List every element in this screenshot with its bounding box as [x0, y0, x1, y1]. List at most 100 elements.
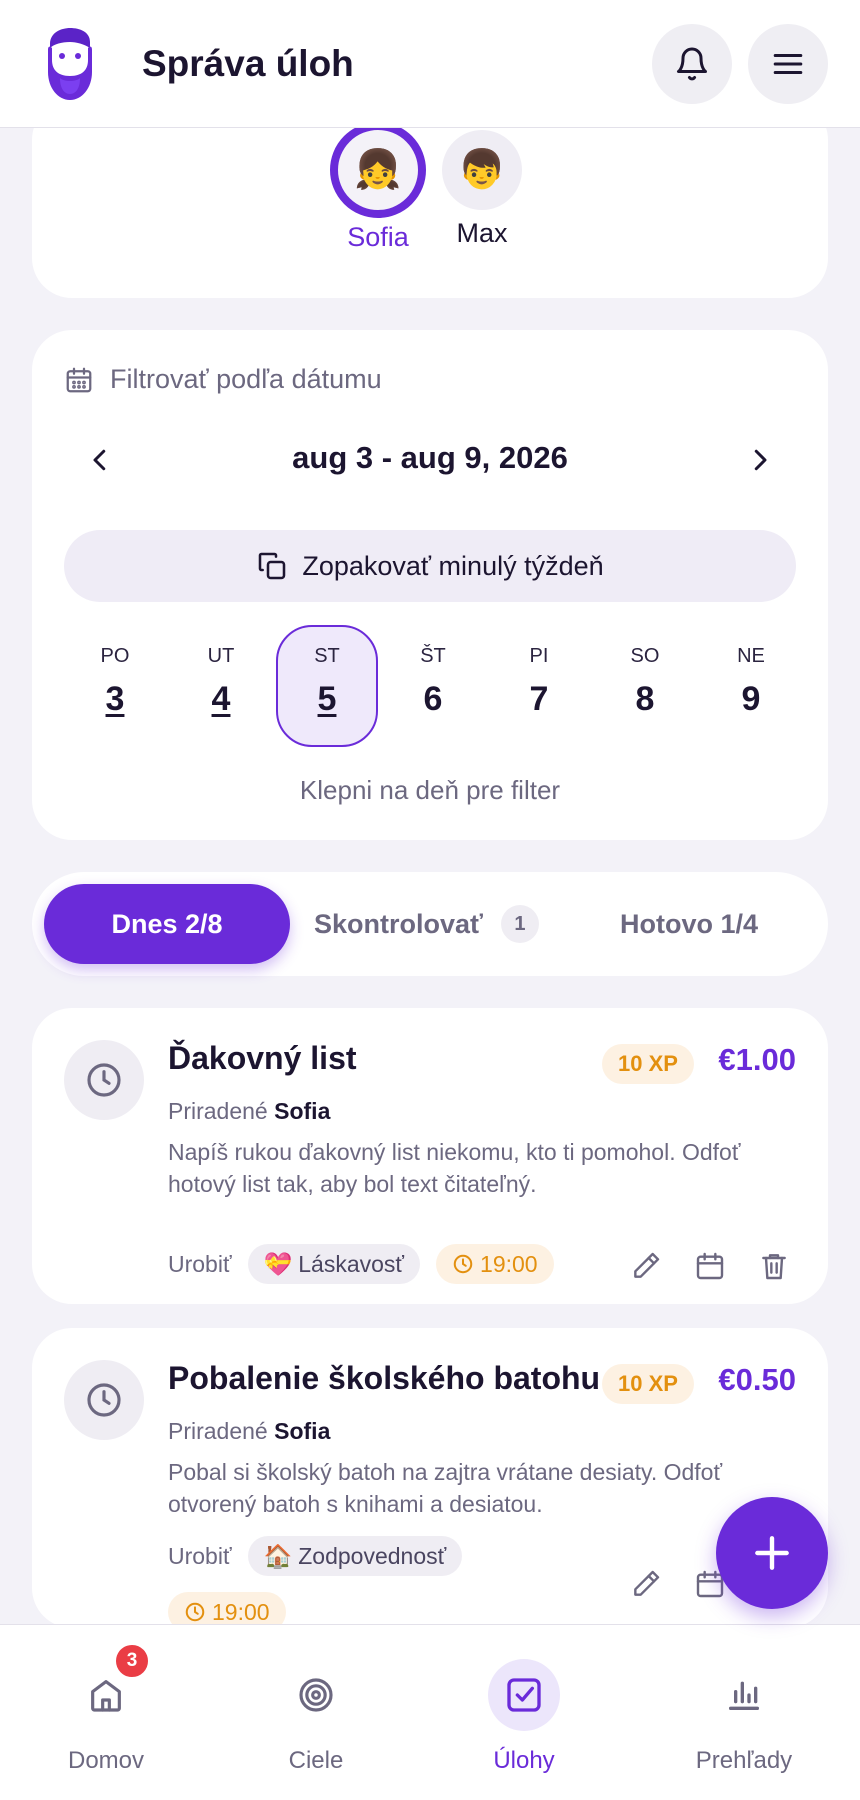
- nav-tasks[interactable]: Úlohy: [434, 1659, 614, 1775]
- pencil-icon: [634, 1252, 660, 1278]
- nav-reports[interactable]: Prehľady: [654, 1659, 834, 1775]
- xp-badge: 10 XP: [602, 1364, 694, 1404]
- day-abbr: NE: [737, 645, 765, 667]
- clock-icon: [64, 1360, 144, 1440]
- tab-done[interactable]: Hotovo 1/4: [620, 884, 758, 964]
- day-abbr: ŠT: [420, 645, 446, 667]
- plus-icon: [755, 1536, 789, 1570]
- notifications-button[interactable]: [652, 23, 732, 104]
- tab-review-count: 1: [500, 905, 539, 943]
- notification-badge: 3: [114, 1643, 150, 1679]
- trash-icon: [762, 1254, 786, 1280]
- task-description: Napíš rukou ďakovný list niekomu, kto ti…: [168, 1139, 741, 1197]
- time-label: 19:00: [212, 1598, 270, 1625]
- tab-today[interactable]: Dnes 2/8: [44, 884, 290, 964]
- day-number: 7: [529, 680, 549, 718]
- task-assignee: Priradené Sofia: [168, 1098, 330, 1125]
- day-thursday[interactable]: ŠT 6: [382, 625, 484, 747]
- chevron-right-icon: [754, 449, 767, 471]
- category-emoji-icon: 🏠: [263, 1542, 293, 1569]
- clock-icon: [185, 1602, 205, 1622]
- day-wednesday[interactable]: ST 5: [276, 625, 378, 747]
- task-description: Pobal si školský batoh na zajtra vrátane…: [168, 1459, 723, 1517]
- assigned-name: Sofia: [274, 1098, 331, 1124]
- task-title: Pobalenie školského batohu: [168, 1360, 601, 1396]
- repeat-label: Zopakovať minulý týždeň: [302, 550, 604, 581]
- tab-review[interactable]: Skontrolovať 1: [314, 884, 539, 964]
- day-friday[interactable]: PI 7: [488, 625, 590, 747]
- clock-icon: [64, 1040, 144, 1120]
- nav-goals[interactable]: Ciele: [226, 1659, 406, 1775]
- home-icon: 3: [70, 1643, 150, 1731]
- day-abbr: UT: [207, 645, 235, 667]
- day-tuesday[interactable]: UT 4: [170, 625, 272, 747]
- week-range: aug 3 - aug 9, 2026: [292, 440, 568, 475]
- day-abbr: SO: [630, 645, 660, 667]
- day-filter-hint: Klepni na deň pre filter: [299, 775, 561, 805]
- task-card[interactable]: Ďakovný list 10 XP €1.00 Priradené Sofia…: [32, 1008, 828, 1304]
- menu-button[interactable]: [748, 23, 828, 104]
- assigned-label: Priradené: [168, 1098, 268, 1124]
- edit-button[interactable]: [624, 1244, 668, 1288]
- next-week-button[interactable]: [730, 430, 790, 490]
- time-chip: 19:00: [436, 1244, 554, 1284]
- day-abbr: ST: [314, 645, 340, 667]
- task-tabs: Dnes 2/8 Skontrolovať 1 Hotovo 1/4: [32, 872, 828, 976]
- day-number: 3: [105, 680, 125, 718]
- task-reward: €0.50: [718, 1362, 796, 1397]
- bell-icon: [677, 47, 707, 80]
- nav-label: Ciele: [288, 1747, 344, 1774]
- assigned-label: Priradené: [168, 1418, 268, 1444]
- day-number: 9: [741, 680, 761, 718]
- category-chip: 💝 Láskavosť: [247, 1244, 421, 1284]
- repeat-last-week-button[interactable]: Zopakovať minulý týždeň: [64, 530, 796, 602]
- bottom-navigation: 3 Domov Ciele Úlohy Prehľady: [0, 1624, 860, 1800]
- profile-max[interactable]: 👦 Max: [422, 118, 542, 249]
- checkbox-icon: [488, 1659, 560, 1731]
- reschedule-button[interactable]: [688, 1244, 732, 1288]
- app-title: Správa úloh: [142, 42, 354, 84]
- profile-name: Sofia: [347, 222, 409, 252]
- task-meta: Urobiť 🏠 Zodpovednosť: [168, 1536, 478, 1576]
- task-title: Ďakovný list: [168, 1040, 357, 1076]
- nav-home[interactable]: 3 Domov: [16, 1643, 196, 1775]
- calendar-icon: [696, 1252, 724, 1280]
- category-label: Zodpovednosť: [298, 1542, 447, 1569]
- day-number: 5: [317, 680, 337, 718]
- nav-label: Prehľady: [695, 1747, 793, 1774]
- day-sunday[interactable]: NE 9: [700, 625, 802, 747]
- avatar: 👦: [442, 130, 522, 210]
- day-monday[interactable]: PO 3: [64, 625, 166, 747]
- task-meta: Urobiť 💝 Láskavosť 19:00: [168, 1244, 570, 1284]
- delete-button[interactable]: [752, 1244, 796, 1288]
- add-task-button[interactable]: [716, 1497, 828, 1609]
- day-number: 8: [635, 680, 655, 718]
- day-number: 4: [211, 680, 231, 718]
- profile-name: Max: [456, 218, 508, 248]
- nav-label: Úlohy: [493, 1747, 555, 1774]
- edit-button[interactable]: [624, 1562, 668, 1606]
- task-actions: [604, 1562, 732, 1606]
- task-status: Urobiť: [168, 1250, 232, 1277]
- task-assignee: Priradené Sofia: [168, 1418, 330, 1445]
- calendar-icon: [66, 367, 92, 392]
- profile-sofia[interactable]: 👧 Sofia: [318, 118, 438, 253]
- clock-icon: [453, 1254, 473, 1274]
- menu-icon: [773, 53, 803, 74]
- category-emoji-icon: 💝: [263, 1250, 293, 1277]
- filter-header: Filtrovať podľa dátumu: [64, 364, 382, 395]
- filter-label: Filtrovať podľa dátumu: [110, 364, 382, 394]
- day-abbr: PI: [529, 645, 549, 667]
- week-navigator: aug 3 - aug 9, 2026: [32, 430, 828, 490]
- assigned-name: Sofia: [274, 1418, 331, 1444]
- logo-icon: [32, 22, 108, 106]
- category-label: Láskavosť: [298, 1250, 405, 1277]
- profile-selector-card: 👧 Sofia 👦 Max: [32, 100, 828, 298]
- avatar: 👧: [330, 122, 426, 218]
- day-abbr: PO: [100, 645, 130, 667]
- pencil-icon: [634, 1570, 660, 1596]
- day-saturday[interactable]: SO 8: [594, 625, 696, 747]
- category-chip: 🏠 Zodpovednosť: [247, 1536, 463, 1576]
- xp-badge: 10 XP: [602, 1044, 694, 1084]
- task-card[interactable]: Pobalenie školského batohu 10 XP €0.50 P…: [32, 1328, 828, 1632]
